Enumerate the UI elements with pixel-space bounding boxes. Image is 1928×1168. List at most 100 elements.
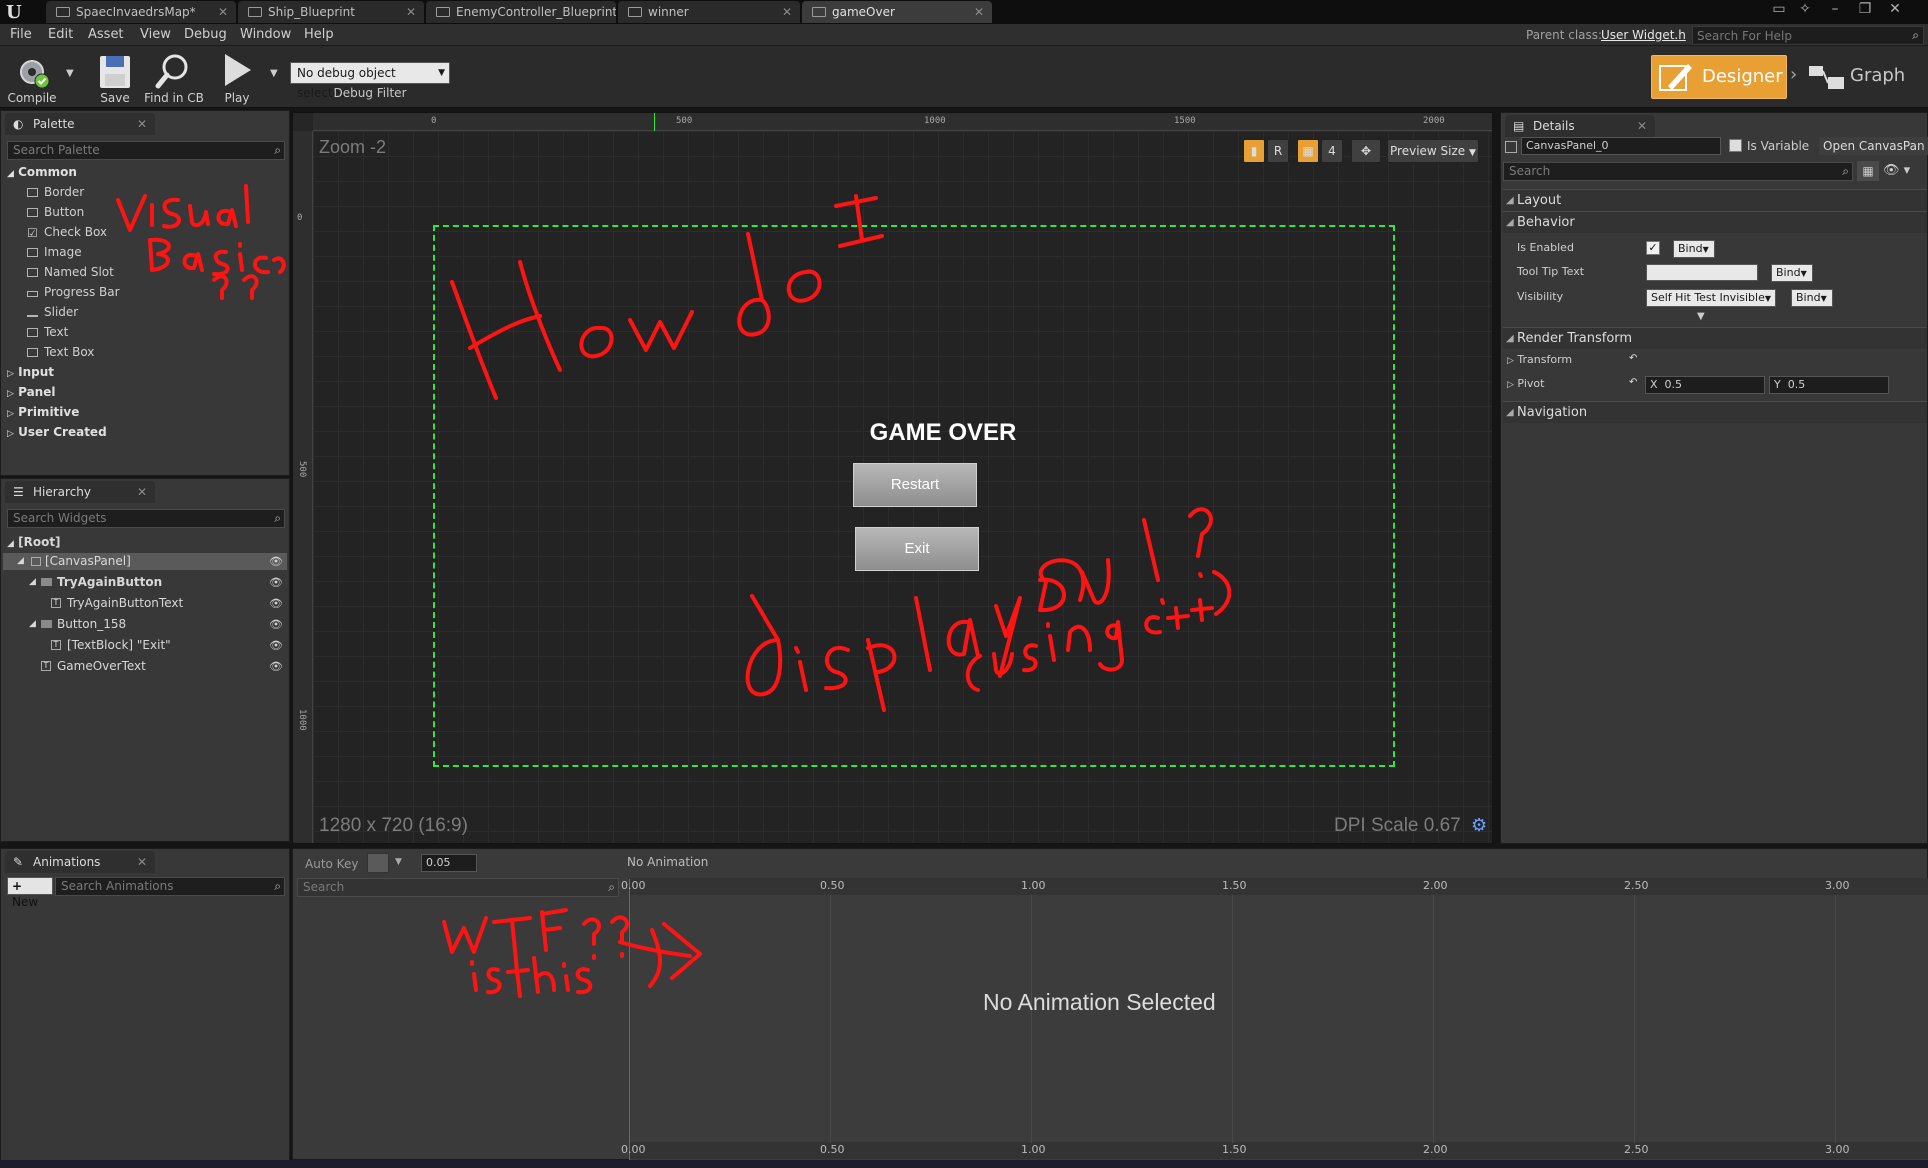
grid-snap-icon[interactable]: ▦ <box>1297 139 1319 163</box>
tab-winner[interactable]: winner ✕ <box>618 1 800 23</box>
visibility-dropdown[interactable]: Self Hit Test Invisible▼ <box>1646 289 1776 307</box>
game-over-text[interactable]: GAME OVER <box>843 419 1043 447</box>
eye-icon[interactable]: 👁 <box>269 637 283 654</box>
palette-search-input[interactable]: Search Palette ⌕ <box>7 141 285 160</box>
tab-gameover[interactable]: gameOver ✕ <box>802 1 992 23</box>
hierarchy-row-button-158[interactable]: ◢ Button_158 👁 <box>3 616 287 633</box>
tool-tip-text-input[interactable] <box>1646 264 1758 281</box>
reset-arrow-icon[interactable]: ↶ <box>1629 353 1637 364</box>
palette-item-check-box[interactable]: ☑ Check Box <box>27 225 107 240</box>
tab-ship-blueprint[interactable]: Ship_Blueprint ✕ <box>238 1 424 23</box>
designer-mode-button[interactable]: Designer <box>1651 55 1787 99</box>
tool-tip-bind-button[interactable]: Bind▼ <box>1771 264 1813 282</box>
minimize-icon[interactable]: – <box>1822 0 1848 20</box>
new-animation-button[interactable]: + New <box>7 877 53 909</box>
section-behavior[interactable]: ◢ Behavior <box>1503 211 1927 233</box>
preview-size-dropdown[interactable]: Preview Size ▼ <box>1387 139 1479 163</box>
chat-icon[interactable]: ▭ <box>1766 0 1792 20</box>
animations-tab[interactable]: ✎ Animations ✕ <box>5 851 155 873</box>
debug-object-select[interactable]: No debug object selected ▼ <box>290 62 450 100</box>
close-icon[interactable]: ✕ <box>974 1 984 23</box>
animations-search-input[interactable]: Search Animations ⌕ <box>55 877 285 896</box>
play-options-icon[interactable]: ▼ <box>270 68 278 79</box>
hierarchy-row-tryagainbutton[interactable]: ◢ TryAgainButton 👁 <box>3 574 287 591</box>
open-canvaspanel-link[interactable]: Open CanvasPan <box>1819 137 1928 155</box>
is-enabled-checkbox[interactable]: ✓ <box>1646 241 1660 255</box>
palette-item-border[interactable]: Border <box>27 185 84 199</box>
menu-file[interactable]: File <box>10 27 32 42</box>
advanced-expand-icon[interactable]: ▼ <box>1697 311 1705 322</box>
hierarchy-search-input[interactable]: Search Widgets ⌕ <box>7 509 285 528</box>
transform-row[interactable]: ▷ Transform <box>1507 353 1572 366</box>
pivot-y-field[interactable]: Y 0.5 <box>1769 376 1889 394</box>
section-navigation[interactable]: ◢ Navigation <box>1503 401 1927 423</box>
eye-options-icon[interactable]: 👁 ▾ <box>1883 161 1923 181</box>
eye-icon[interactable]: 👁 <box>269 574 283 591</box>
close-icon[interactable]: ✕ <box>137 113 147 135</box>
parent-class-link[interactable]: User Widget.h <box>1601 28 1686 42</box>
hierarchy-row-tryagainbuttontext[interactable]: T TryAgainButtonText 👁 <box>3 595 287 612</box>
settings-gear-icon[interactable]: ⚙ <box>1471 815 1487 836</box>
palette-category-common[interactable]: ◢ Common <box>7 165 77 179</box>
property-matrix-icon[interactable]: ▦ <box>1857 161 1879 181</box>
widget-name-field[interactable]: CanvasPanel_0 <box>1521 137 1721 155</box>
hierarchy-row-canvaspanel[interactable]: ◢ [CanvasPanel] 👁 <box>3 553 287 570</box>
palette-item-button[interactable]: Button <box>27 205 84 219</box>
eye-icon[interactable]: 👁 <box>269 616 283 633</box>
menu-debug[interactable]: Debug <box>184 27 227 42</box>
palette-item-progress-bar[interactable]: Progress Bar <box>27 285 120 299</box>
close-icon[interactable]: ✕ <box>137 481 147 503</box>
window-close-icon[interactable]: ✕ <box>1882 0 1908 20</box>
menu-window[interactable]: Window <box>240 27 291 42</box>
section-render-transform[interactable]: ◢ Render Transform <box>1503 327 1927 349</box>
palette-category-panel[interactable]: ▷ Panel <box>7 385 55 399</box>
compile-options-icon[interactable]: ▼ <box>66 68 74 79</box>
play-button[interactable]: Play <box>212 50 262 106</box>
help-search-input[interactable]: Search For Help ⌕ <box>1692 26 1924 45</box>
section-layout[interactable]: ◢ Layout <box>1503 189 1927 211</box>
menu-view[interactable]: View <box>140 27 171 42</box>
tab-spaecinvaedrsmap[interactable]: SpaecInvaedrsMap* ✕ <box>46 1 236 23</box>
eye-icon[interactable]: 👁 <box>269 553 283 570</box>
chevron-down-icon[interactable]: ▼ <box>395 857 402 867</box>
palette-item-image[interactable]: Image <box>27 245 82 259</box>
hierarchy-tab[interactable]: ☰ Hierarchy ✕ <box>5 481 155 503</box>
grid-snap-value[interactable]: 4 <box>1321 139 1343 163</box>
palette-category-primitive[interactable]: ▷ Primitive <box>7 405 79 419</box>
designer-viewport[interactable]: 0 500 1000 1500 2000 0 500 1000 GAME OVE… <box>292 112 1493 844</box>
tab-enemycontroller-blueprint[interactable]: EnemyController_Blueprint <box>426 1 616 23</box>
details-search-input[interactable]: Search ⌕ <box>1503 162 1853 181</box>
bird-icon[interactable]: ✧ <box>1792 0 1818 20</box>
palette-item-named-slot[interactable]: Named Slot <box>27 265 114 279</box>
timeline-track-area[interactable] <box>629 879 1928 1161</box>
restart-button[interactable]: Restart <box>853 463 977 507</box>
close-icon[interactable]: ✕ <box>782 1 792 23</box>
is-variable-checkbox[interactable] <box>1729 139 1742 152</box>
close-icon[interactable]: ✕ <box>218 1 228 23</box>
maximize-icon[interactable]: ❐ <box>1852 0 1878 20</box>
hierarchy-row-textblock-exit[interactable]: T [TextBlock] "Exit" 👁 <box>3 637 287 654</box>
pivot-x-field[interactable]: X 0.5 <box>1645 376 1765 394</box>
timeline-search-input[interactable]: Search ⌕ <box>297 878 619 897</box>
palette-tab[interactable]: ◐ Palette ✕ <box>5 113 155 135</box>
eye-icon[interactable]: 👁 <box>269 658 283 675</box>
palette-item-text-box[interactable]: Text Box <box>27 345 94 359</box>
exit-button[interactable]: Exit <box>855 527 979 571</box>
zoom-to-fit-icon[interactable]: ✥ <box>1351 139 1381 163</box>
palette-item-slider[interactable]: Slider <box>27 305 78 319</box>
close-icon[interactable]: ✕ <box>406 1 416 23</box>
close-icon[interactable]: ✕ <box>137 851 147 873</box>
scrub-line[interactable] <box>629 879 630 1161</box>
palette-category-user-created[interactable]: ▷ User Created <box>7 425 107 439</box>
save-button[interactable]: Save <box>90 50 140 106</box>
is-enabled-bind-button[interactable]: Bind▼ <box>1673 240 1715 258</box>
respect-locks-toggle[interactable]: R <box>1267 139 1289 163</box>
layout-toggle-icon[interactable]: ▮ <box>1243 139 1265 163</box>
snap-interval-field[interactable]: 0.05 <box>421 854 477 872</box>
palette-category-input[interactable]: ▷ Input <box>7 365 54 379</box>
reset-arrow-icon[interactable]: ↶ <box>1629 377 1637 388</box>
menu-asset[interactable]: Asset <box>88 27 124 42</box>
find-in-cb-button[interactable]: Find in CB <box>142 50 206 106</box>
hierarchy-root[interactable]: ◢ [Root] <box>7 534 61 551</box>
graph-mode-button[interactable]: Graph <box>1808 55 1916 99</box>
